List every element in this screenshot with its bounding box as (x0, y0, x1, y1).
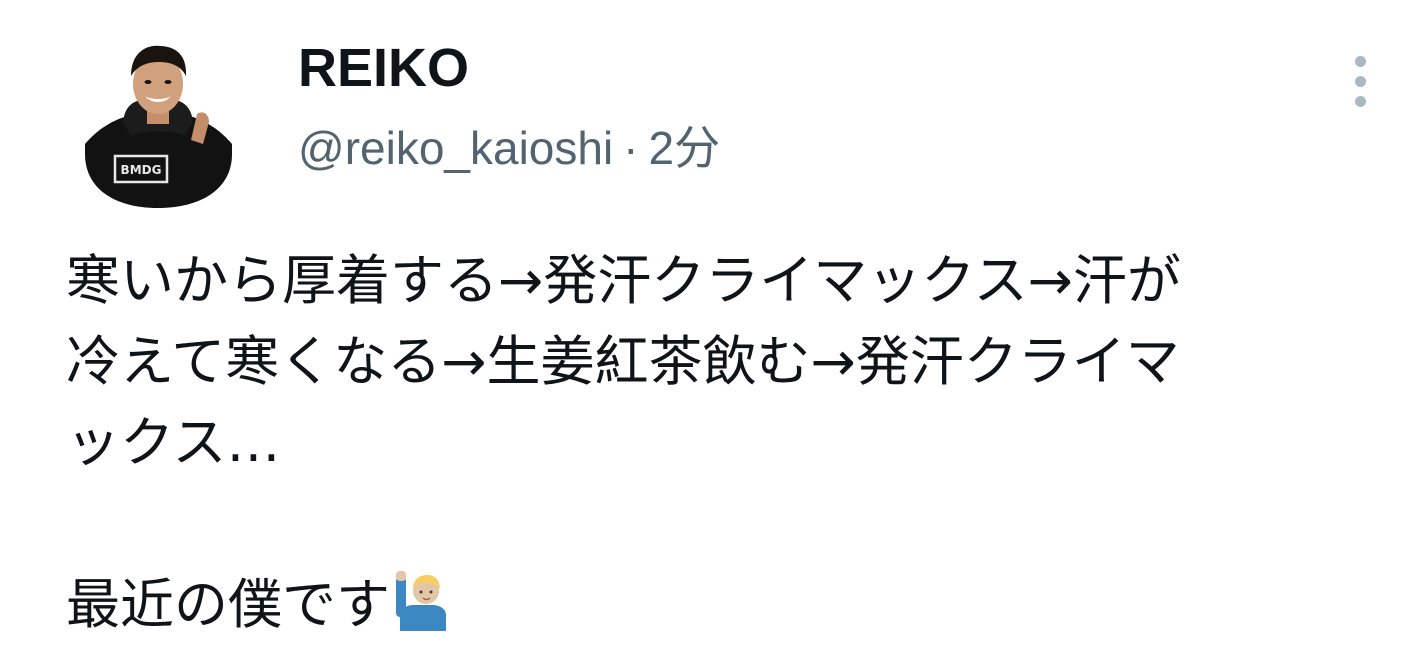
tweet-text-line-last: 最近の僕です (66, 564, 1356, 645)
tweet-text-line: ックス… (66, 411, 281, 474)
timestamp[interactable]: 2分 (649, 122, 721, 174)
tweet-meta: @reiko_kaioshi · 2分 (298, 116, 720, 180)
tweet: BMDG REIKO @reiko_kaioshi · 2分 寒いから厚着する→発汗… (0, 0, 1404, 657)
avatar[interactable]: BMDG (85, 44, 232, 208)
display-name[interactable]: REIKO (298, 36, 469, 100)
more-options-button[interactable] (1340, 52, 1380, 112)
tweet-text-line: 冷えて寒くなる→生姜紅茶飲む→発汗クライマ (66, 330, 1180, 393)
tweet-text-line: 寒いから厚着する→発汗クライマックス→汗が (66, 249, 1181, 312)
meta-separator: · (623, 122, 639, 174)
person-raising-hand-emoji (394, 571, 450, 631)
avatar-image: BMDG (85, 45, 232, 208)
tweet-text: 寒いから厚着する→発汗クライマックス→汗が 冷えて寒くなる→生姜紅茶飲む→発汗ク… (66, 240, 1356, 645)
user-handle[interactable]: @reiko_kaioshi (298, 122, 613, 174)
avatar-shirt-text: BMDG (121, 163, 162, 177)
tweet-text-last: 最近の僕です (66, 573, 390, 636)
